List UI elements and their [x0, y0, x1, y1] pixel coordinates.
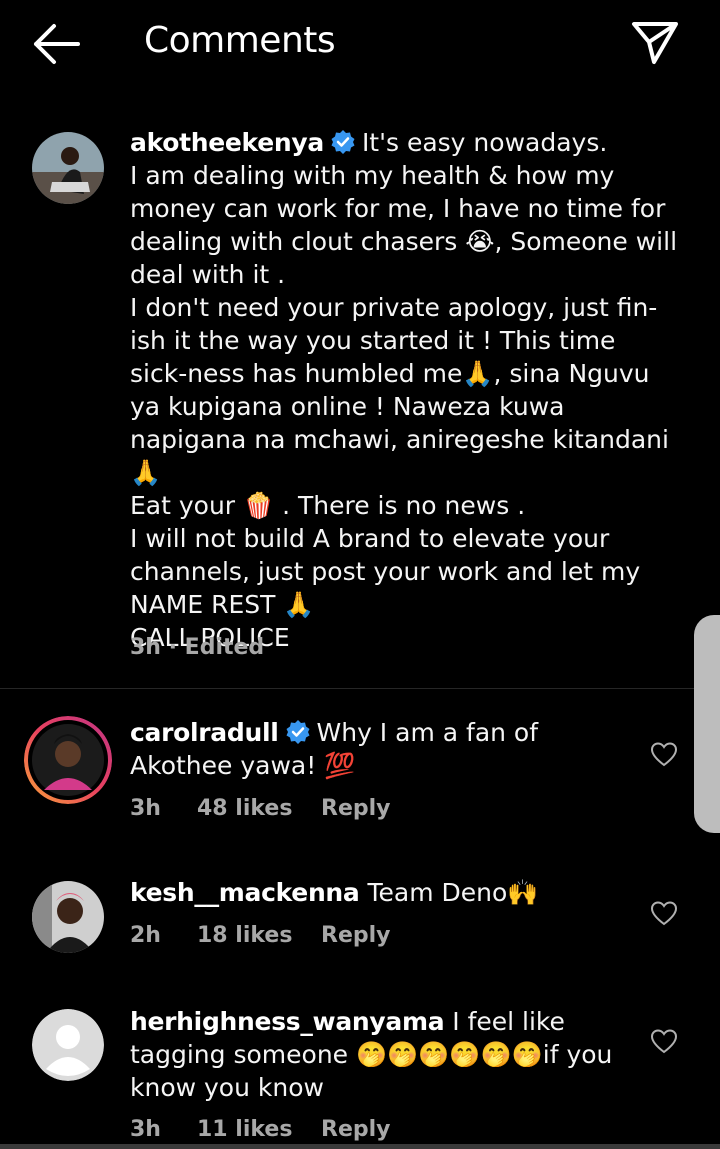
heart-icon[interactable]	[650, 900, 678, 926]
share-button[interactable]	[630, 20, 680, 66]
like-count[interactable]: 18 likes	[197, 923, 292, 948]
back-button[interactable]	[30, 22, 82, 66]
heart-icon[interactable]	[650, 1028, 678, 1054]
comment-text: herhighness_wanyama I feel like tagging …	[130, 1005, 630, 1104]
comment-meta: 2h 18 likes Reply	[130, 923, 391, 948]
bottom-edge	[0, 1144, 720, 1149]
paper-plane-icon	[632, 22, 678, 64]
comment-text: carolradull Why I am a fan of Akothee yaw…	[130, 716, 630, 782]
heart-icon[interactable]	[650, 741, 678, 767]
caption-meta: 3h · Edited	[130, 635, 264, 660]
avatar[interactable]	[24, 716, 112, 804]
reply-button[interactable]: Reply	[321, 1117, 391, 1142]
caption-username[interactable]: akotheekenya	[130, 128, 324, 157]
comment-time: 3h	[130, 796, 161, 821]
avatar-image	[32, 881, 104, 953]
verified-badge-icon	[286, 720, 309, 744]
avatar[interactable]	[32, 881, 104, 953]
avatar[interactable]	[32, 1009, 104, 1081]
verified-badge-icon	[331, 130, 355, 154]
caption-body: It's easy nowadays. I am dealing with my…	[130, 128, 678, 652]
arrow-left-icon	[34, 24, 80, 64]
divider	[0, 688, 720, 689]
default-avatar-icon	[32, 1009, 104, 1081]
scrollbar-handle[interactable]	[694, 615, 720, 833]
comment-time: 2h	[130, 923, 161, 948]
comment-username[interactable]: herhighness_wanyama	[130, 1007, 445, 1036]
header: Comments	[0, 0, 720, 90]
comment-meta: 3h 48 likes Reply	[130, 796, 391, 821]
comment-username[interactable]: kesh__mackenna	[130, 878, 360, 907]
edited-label: Edited	[184, 635, 265, 660]
reply-button[interactable]: Reply	[321, 796, 391, 821]
reply-button[interactable]: Reply	[321, 923, 391, 948]
like-count[interactable]: 48 likes	[197, 796, 292, 821]
like-count[interactable]: 11 likes	[197, 1117, 292, 1142]
comment-body: Team Deno🙌	[367, 878, 539, 907]
avatar-image	[32, 132, 104, 204]
caption-text: akotheekenya It's easy nowadays. I am dea…	[130, 126, 680, 654]
comment-meta: 3h 11 likes Reply	[130, 1117, 391, 1142]
page-title: Comments	[144, 20, 336, 61]
comment-time: 3h	[130, 1117, 161, 1142]
comment-username[interactable]: carolradull	[130, 718, 279, 747]
caption-time: 3h	[130, 635, 161, 660]
meta-separator: ·	[160, 635, 185, 660]
comment-text: kesh__mackenna Team Deno🙌	[130, 876, 630, 909]
avatar[interactable]	[32, 132, 104, 204]
avatar-story-ring	[24, 716, 112, 804]
